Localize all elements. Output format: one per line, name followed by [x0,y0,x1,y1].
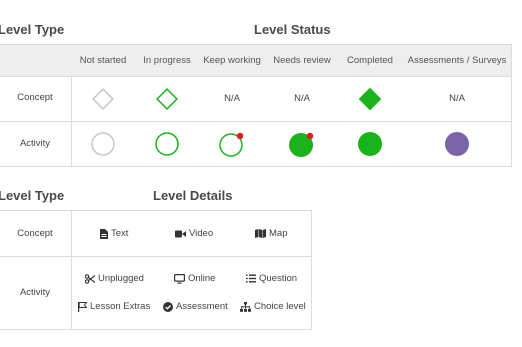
circle-empty-icon [91,132,115,156]
activity-item-assessment-label: Assessment [176,301,228,312]
activity-item-online: Online [174,273,215,284]
column-header-not-started: Not started [79,55,127,66]
document-icon [100,228,108,239]
list-icon [246,274,256,283]
check-circle-icon [163,301,173,312]
activity-item-lesson-extras-label: Lesson Extras [90,301,151,312]
diamond-green-filled-icon [358,87,382,110]
level-status-heading: Level Status [254,22,331,37]
activity-in-progress-cell [135,121,199,167]
column-header-in-progress: In progress [143,55,191,66]
column-header-completed: Completed [347,55,393,66]
concept-not-started-cell [71,76,135,121]
activity-item-choice-level: Choice level [240,301,306,312]
concept-needs-review-cell: N/A [294,93,310,104]
circle-green-outline-red-dot-icon [219,132,244,157]
row-label-concept: Concept [17,92,53,103]
circle-green-filled-red-dot-icon [289,132,314,157]
activity-item-question: Question [246,273,297,284]
flag-icon [78,301,87,312]
video-camera-icon [175,230,186,237]
column-header-keep-working: Keep working [203,55,261,66]
sitemap-icon [240,301,251,312]
activity-not-started-cell [71,121,135,167]
circle-green-outline-icon [155,132,179,156]
activity-item-unplugged: Unplugged [85,273,144,284]
concept-in-progress-cell [135,76,199,121]
level-details-heading: Level Details [153,188,233,203]
activity-item-choice-level-label: Choice level [254,301,306,312]
diamond-green-outline-icon [156,87,178,110]
circle-green-filled-icon [358,132,382,156]
activity-completed-cell [339,121,401,167]
monitor-icon [174,273,185,284]
concept-assessments-cell: N/A [449,93,465,104]
activity-needs-review-cell [265,121,339,167]
map-icon [255,229,266,238]
concept-item-text: Text [100,228,128,239]
activity-assessments-cell [401,121,513,167]
activity-item-online-label: Online [188,273,216,284]
concept-item-map: Map [255,228,287,239]
level-type-heading: Level Type [0,22,65,37]
column-header-assessments-surveys: Assessments / Surveys [407,55,507,66]
activity-item-question-label: Question [259,273,298,284]
level-type-heading-details: Level Type [0,188,65,203]
activity-item-unplugged-label: Unplugged [98,273,144,284]
column-header-needs-review: Needs review [273,55,331,66]
level-details-table: Concept Activity Text Video Map Unplugge… [0,210,312,330]
level-status-table: Not started In progress Keep working Nee… [0,44,512,167]
details-row-label-activity: Activity [19,287,51,298]
concept-item-map-label: Map [269,228,288,239]
circle-purple-filled-icon [445,132,469,156]
activity-item-assessment: Assessment [163,301,228,312]
details-row-label-concept: Concept [17,228,53,239]
diamond-empty-icon [92,87,114,110]
scissors-icon [85,273,95,284]
concept-item-text-label: Text [111,228,129,239]
activity-item-lesson-extras: Lesson Extras [78,301,150,312]
concept-item-video-label: Video [189,228,214,239]
concept-item-video: Video [175,228,213,239]
concept-keep-working-cell: N/A [224,93,240,104]
concept-completed-cell [339,76,401,121]
activity-keep-working-cell [199,121,265,167]
row-label-activity: Activity [19,138,51,149]
